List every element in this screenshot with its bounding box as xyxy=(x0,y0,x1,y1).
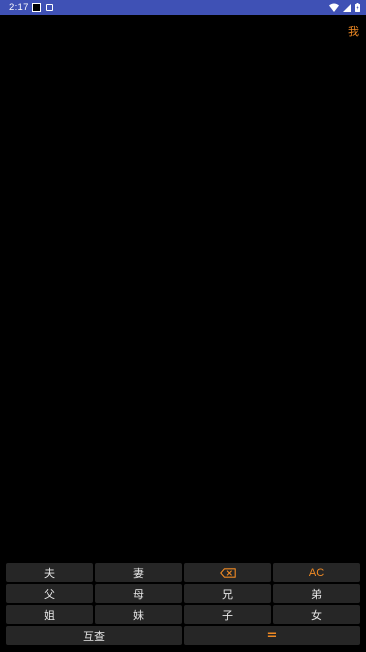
wifi-icon xyxy=(329,3,339,12)
calculator-screen: 2:17 我 夫 妻 AC 父 母 兄 弟 姐 妹 子 女 互查 = xyxy=(0,0,366,652)
key-father[interactable]: 父 xyxy=(6,584,93,603)
key-daughter[interactable]: 女 xyxy=(273,605,360,624)
notification-square-icon xyxy=(32,3,41,12)
status-time: 2:17 xyxy=(9,2,29,13)
result-display: 我 xyxy=(0,15,366,561)
display-value: 我 xyxy=(348,25,359,38)
status-bar: 2:17 xyxy=(0,0,366,15)
key-younger-brother[interactable]: 弟 xyxy=(273,584,360,603)
keypad-row-3: 姐 妹 子 女 xyxy=(6,605,360,624)
key-younger-sister[interactable]: 妹 xyxy=(95,605,182,624)
key-husband[interactable]: 夫 xyxy=(6,563,93,582)
battery-icon xyxy=(355,3,360,12)
keypad-row-1: 夫 妻 AC xyxy=(6,563,360,582)
key-mother[interactable]: 母 xyxy=(95,584,182,603)
mutual-check-button[interactable]: 互查 xyxy=(6,626,182,645)
equals-button[interactable]: = xyxy=(184,626,360,645)
status-icons xyxy=(329,2,360,13)
keypad: 夫 妻 AC 父 母 兄 弟 姐 妹 子 女 互查 = xyxy=(6,563,360,647)
keypad-row-2: 父 母 兄 弟 xyxy=(6,584,360,603)
key-wife[interactable]: 妻 xyxy=(95,563,182,582)
notification-a-icon xyxy=(46,4,53,11)
backspace-button[interactable] xyxy=(184,563,271,582)
keypad-row-4: 互查 = xyxy=(6,626,360,645)
backspace-icon xyxy=(219,567,236,578)
key-elder-brother[interactable]: 兄 xyxy=(184,584,271,603)
signal-icon xyxy=(343,3,351,12)
key-son[interactable]: 子 xyxy=(184,605,271,624)
all-clear-button[interactable]: AC xyxy=(273,563,360,582)
key-elder-sister[interactable]: 姐 xyxy=(6,605,93,624)
